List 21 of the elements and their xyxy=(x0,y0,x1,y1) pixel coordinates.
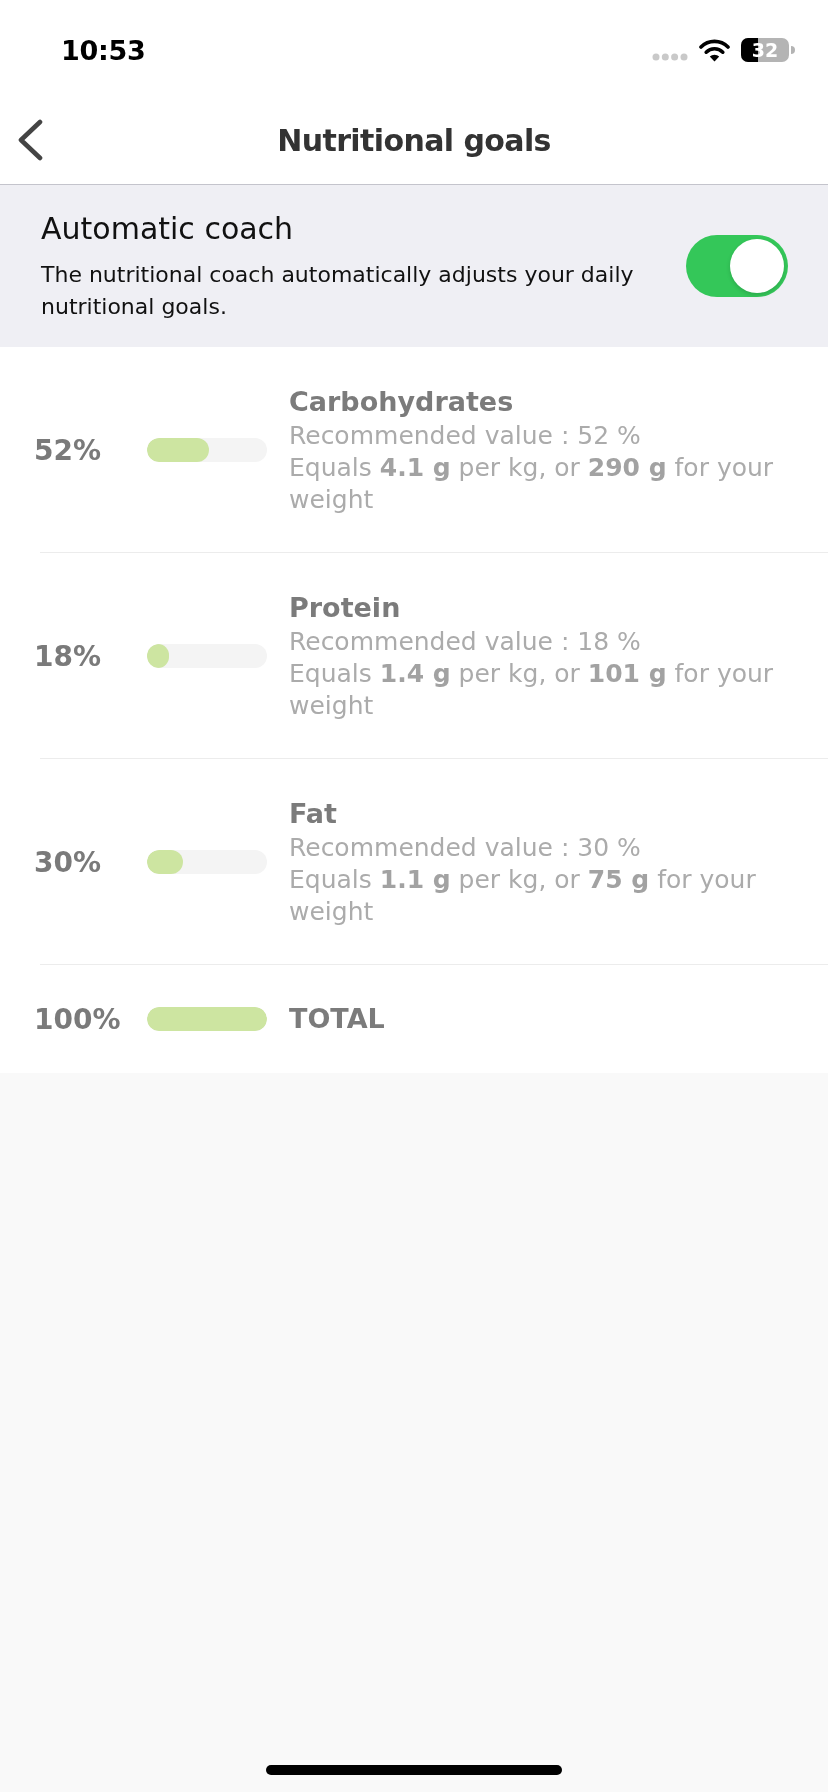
total-label: TOTAL xyxy=(289,1002,385,1036)
weight-equivalent: Equals 4.1 g per kg, or 290 g for your weight xyxy=(289,452,775,516)
back-icon xyxy=(16,119,44,161)
recommended-value: Recommended value : 52 % xyxy=(289,420,641,452)
recommended-value: Recommended value : 30 % xyxy=(289,832,641,864)
weight-equivalent: Equals 1.4 g per kg, or 101 g for your weight xyxy=(289,658,775,722)
macro-name: Protein xyxy=(289,591,401,625)
macro-name: Fat xyxy=(289,797,337,831)
coach-description: The nutritional coach automatically adjusts your daily nutritional goals. xyxy=(41,260,635,321)
percent-value: 18% xyxy=(34,639,103,673)
page-title: Nutritional goals xyxy=(277,122,551,158)
wifi-icon xyxy=(699,38,730,62)
percent-value: 100% xyxy=(34,1002,122,1036)
recommended-value: Recommended value : 18 % xyxy=(289,626,641,658)
percent-value: 52% xyxy=(34,433,103,467)
macro-name: Carbohydrates xyxy=(289,385,514,419)
signal-icon xyxy=(652,53,688,61)
weight-equivalent: Equals 1.1 g per kg, or 75 g for your weight xyxy=(289,864,757,928)
status-time: 10:53 xyxy=(61,34,146,66)
percent-value: 30% xyxy=(34,845,103,879)
coach-title: Automatic coach xyxy=(41,209,294,248)
